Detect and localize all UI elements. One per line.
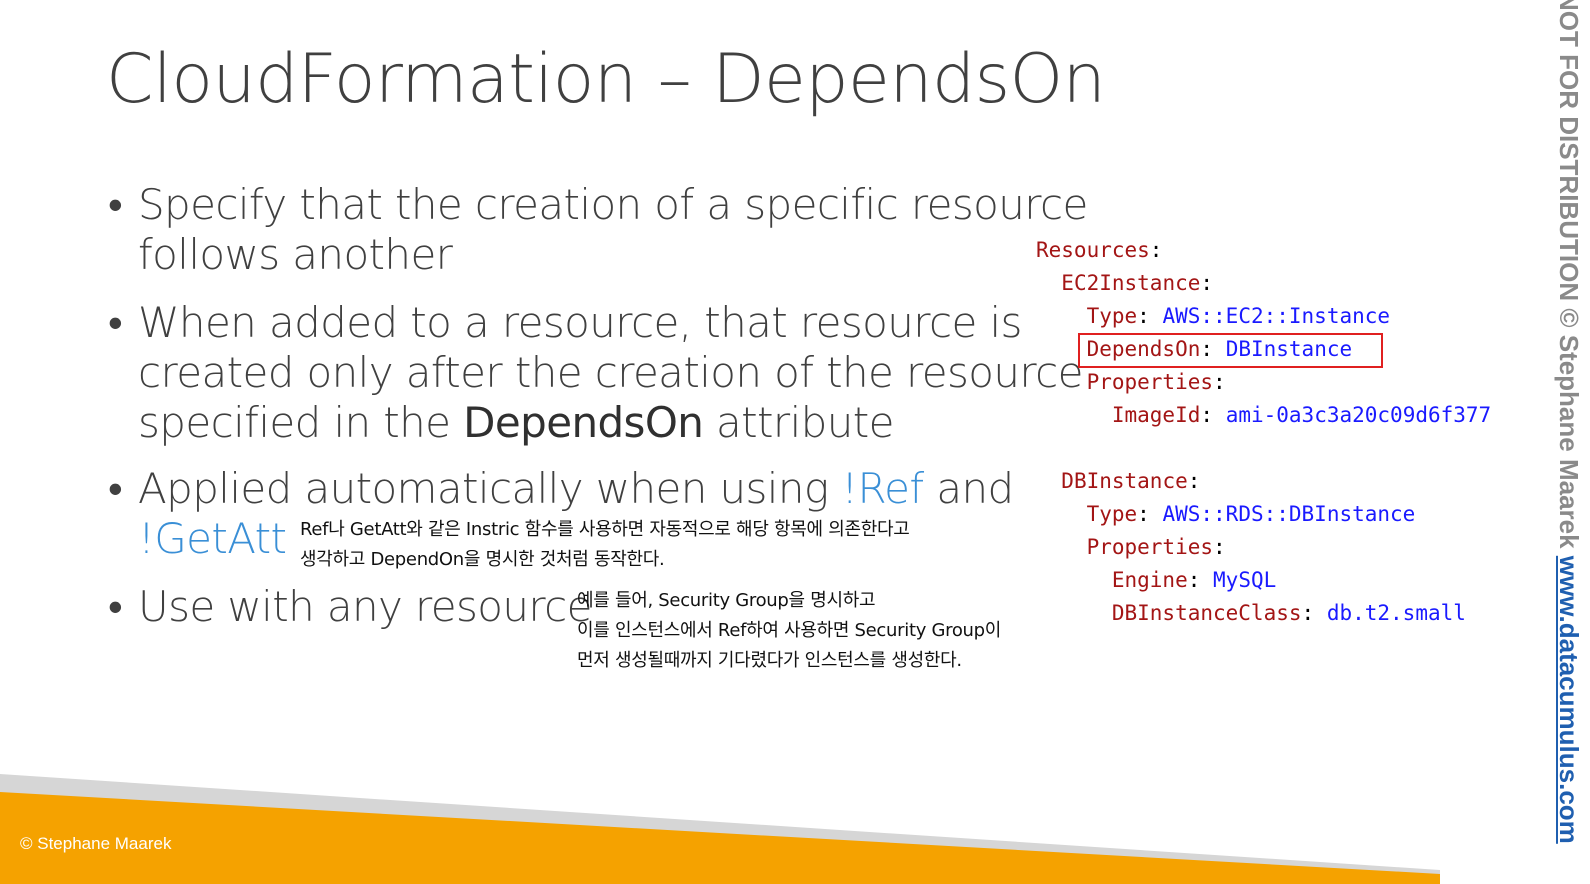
copyright-text: © Stephane Maarek	[20, 834, 172, 853]
watermark: NOT FOR DISTRIBUTION © Stephane Maarek w…	[1548, 0, 1584, 884]
footer-orange-band	[0, 792, 1440, 884]
watermark-text: NOT FOR DISTRIBUTION © Stephane Maarek w…	[1553, 0, 1584, 844]
watermark-url-link[interactable]: www.datacumulus.com	[1554, 556, 1584, 844]
footer-band	[0, 774, 1440, 884]
watermark-label: NOT FOR DISTRIBUTION © Stephane Maarek	[1554, 0, 1584, 556]
